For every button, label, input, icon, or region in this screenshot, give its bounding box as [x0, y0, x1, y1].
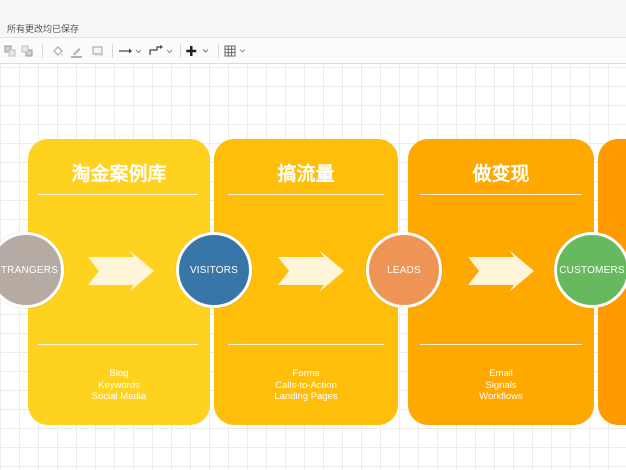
list-item: Landing Pages: [274, 391, 338, 402]
panel-title: 做变现: [472, 163, 530, 185]
chevron-arrow-icon: [88, 250, 154, 292]
panel-divider: [420, 344, 582, 345]
insert-icon[interactable]: [186, 43, 212, 59]
chevron-arrow-icon: [468, 250, 534, 292]
toolbar-separator: [42, 44, 43, 58]
to-back-icon[interactable]: [20, 43, 34, 59]
toolbar-separator: [218, 44, 219, 58]
panel-divider: [38, 194, 198, 195]
save-status: 所有更改均已保存: [7, 25, 80, 35]
drawing-canvas[interactable]: 淘金案例库 Blog Keywords Social Media 搞流量 For…: [0, 64, 626, 470]
toolbar: [0, 38, 626, 64]
stage-circle-customers[interactable]: CUSTOMERS: [554, 232, 626, 308]
stage-circle-leads[interactable]: LEADS: [366, 232, 442, 308]
shadow-icon[interactable]: [91, 43, 105, 59]
fill-color-icon[interactable]: [50, 43, 64, 59]
panel-divider: [38, 344, 198, 345]
toolbar-separator: [180, 44, 181, 58]
panel-divider: [420, 194, 582, 195]
stage-label: LEADS: [387, 264, 421, 276]
panel-title: 搞流量: [277, 163, 335, 185]
panel-items: Forms Calls-to-Action Landing Pages: [214, 368, 398, 403]
waypoints-icon[interactable]: [148, 43, 174, 59]
list-item: Workflows: [479, 391, 523, 402]
stage-label: VISITORS: [189, 264, 239, 276]
stage-label: STRANGERS: [0, 264, 59, 276]
list-item: Calls-to-Action: [275, 379, 337, 391]
table-icon[interactable]: [224, 43, 250, 59]
chevron-arrow-icon: [278, 250, 344, 292]
list-item: Signals: [485, 379, 517, 391]
list-item: Keywords: [98, 379, 140, 391]
stage-circle-visitors[interactable]: VISITORS: [176, 232, 252, 308]
panel-items: Blog Keywords Social Media: [28, 368, 210, 403]
toolbar-separator: [112, 44, 113, 58]
panel-divider: [228, 194, 384, 195]
panel-title: 淘金案例库: [71, 163, 167, 185]
list-item: Email: [489, 368, 513, 379]
list-item: Blog: [109, 368, 129, 379]
line-color-icon[interactable]: [69, 43, 83, 59]
connection-icon[interactable]: [118, 43, 142, 59]
panel-divider: [228, 344, 384, 345]
list-item: Social Media: [91, 391, 147, 402]
status-bar: 所有更改均已保存: [0, 0, 626, 38]
to-front-icon[interactable]: [3, 43, 17, 59]
panel-items: Email Signals Workflows: [408, 368, 594, 403]
list-item: Forms: [292, 368, 320, 379]
stage-label: CUSTOMERS: [559, 264, 625, 276]
